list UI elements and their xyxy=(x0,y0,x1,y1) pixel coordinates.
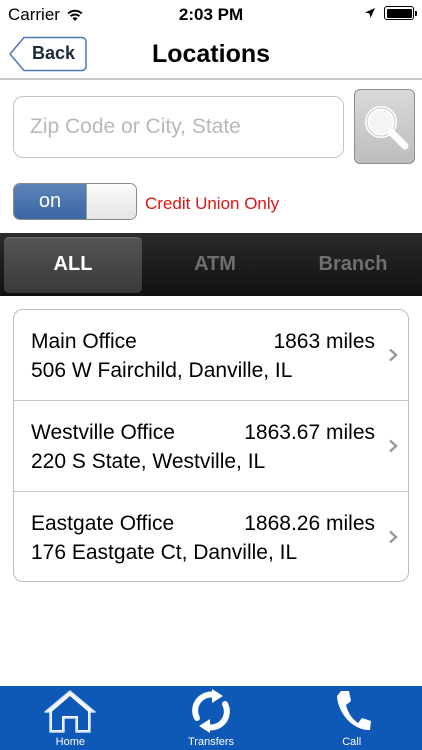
status-time: 2:03 PM xyxy=(178,5,244,24)
location-name: Eastgate Office xyxy=(31,512,175,535)
home-icon xyxy=(44,690,97,733)
page-title: Locations xyxy=(151,40,271,68)
location-arrow-icon xyxy=(365,8,375,18)
chevron-right-icon xyxy=(389,530,398,544)
tab-transfers[interactable]: Transfers xyxy=(141,686,282,750)
search-button[interactable] xyxy=(354,89,415,164)
battery-icon xyxy=(384,6,417,20)
locations-list: Main Office 1863 miles 506 W Fairchild, … xyxy=(13,309,409,582)
status-bar: Carrier 2:03 PM xyxy=(0,0,422,30)
tab-call[interactable]: Call xyxy=(281,686,422,750)
tab-call-label: Call xyxy=(342,736,362,748)
toggle-state-label: on xyxy=(14,184,86,219)
credit-union-label: Credit Union Only xyxy=(145,194,280,213)
location-name: Main Office xyxy=(31,330,137,353)
location-distance: 1863.67 miles xyxy=(244,421,375,444)
phone-icon xyxy=(336,691,371,731)
tab-transfers-label: Transfers xyxy=(187,736,235,748)
search-icon xyxy=(364,105,408,149)
toggle-thumb xyxy=(86,184,136,219)
location-type-segmented-control: ALL ATM Branch xyxy=(0,233,422,296)
status-right xyxy=(364,6,417,20)
chevron-right-icon xyxy=(389,439,398,453)
tab-home[interactable]: Home xyxy=(0,686,141,750)
location-row[interactable]: Main Office 1863 miles 506 W Fairchild, … xyxy=(14,310,408,401)
segment-all[interactable]: ALL xyxy=(4,236,142,293)
tab-home-label: Home xyxy=(55,736,85,748)
location-row[interactable]: Eastgate Office 1868.26 miles 176 Eastga… xyxy=(14,492,408,581)
location-distance: 1863 miles xyxy=(273,330,375,353)
location-name: Westville Office xyxy=(31,421,175,444)
search-input[interactable] xyxy=(13,96,344,158)
location-address: 506 W Fairchild, Danville, IL xyxy=(31,359,293,382)
location-address: 176 Eastgate Ct, Danville, IL xyxy=(31,541,298,564)
segment-atm[interactable]: ATM xyxy=(146,237,284,293)
location-distance: 1868.26 miles xyxy=(244,512,375,535)
transfers-icon xyxy=(192,689,230,733)
location-row[interactable]: Westville Office 1863.67 miles 220 S Sta… xyxy=(14,401,408,492)
location-address: 220 S State, Westville, IL xyxy=(31,450,266,473)
credit-union-toggle[interactable]: on xyxy=(13,183,137,220)
chevron-right-icon xyxy=(389,348,398,362)
nav-bar: Back Locations xyxy=(0,30,422,80)
segment-branch[interactable]: Branch xyxy=(284,237,422,293)
tab-bar: Home Transfers Call xyxy=(0,686,422,750)
